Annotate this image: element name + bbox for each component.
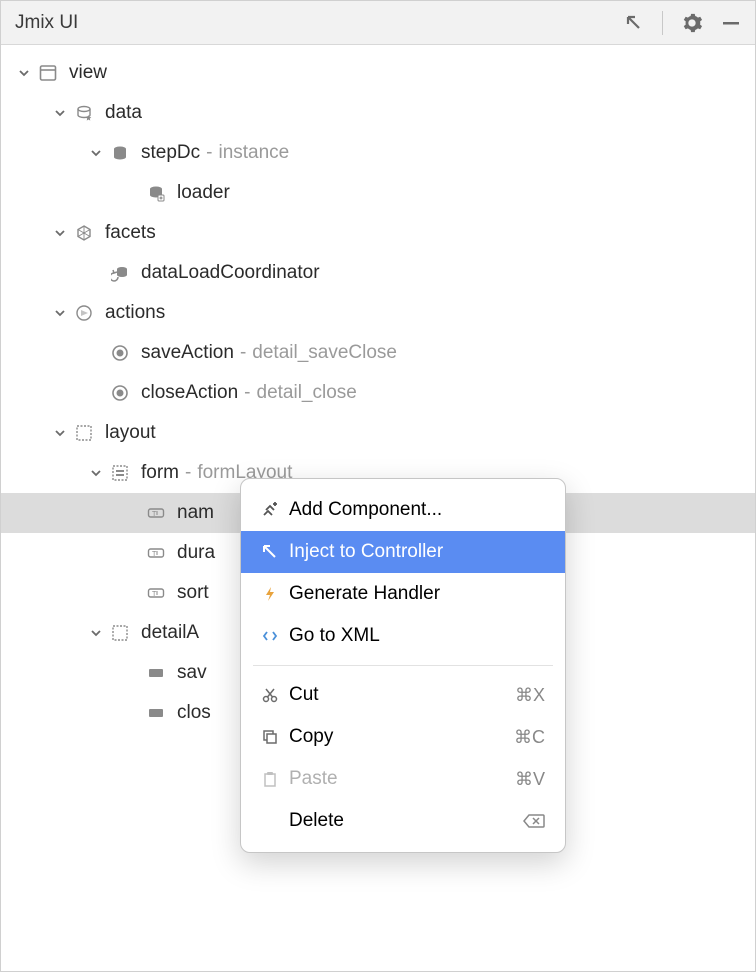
cut-icon	[261, 684, 289, 706]
node-label: clos	[177, 702, 211, 724]
node-label: layout	[105, 422, 156, 444]
menu-label: Paste	[289, 768, 515, 790]
menu-label: Copy	[289, 726, 514, 748]
node-suffix: detail_saveClose	[252, 342, 397, 364]
node-label: detailA	[141, 622, 199, 644]
window-icon	[37, 62, 59, 84]
textfield-icon: T	[145, 582, 167, 604]
chevron-down-icon[interactable]	[51, 224, 69, 242]
paste-icon	[261, 768, 289, 790]
node-label: view	[69, 62, 107, 84]
chevron-down-icon[interactable]	[87, 624, 105, 642]
chevron-down-icon[interactable]	[51, 424, 69, 442]
tree-node-saveaction[interactable]: saveAction - detail_saveClose	[1, 333, 755, 373]
menu-inject-to-controller[interactable]: Inject to Controller	[241, 531, 565, 573]
menu-label: Delete	[289, 810, 521, 832]
layout-icon	[73, 422, 95, 444]
menu-separator	[253, 665, 553, 666]
actions-icon	[73, 302, 95, 324]
menu-label: Add Component...	[289, 499, 545, 521]
tree-node-loader[interactable]: loader	[1, 173, 755, 213]
chevron-down-icon[interactable]	[51, 304, 69, 322]
tree-node-stepdc[interactable]: stepDc - instance	[1, 133, 755, 173]
panel-title: Jmix UI	[15, 12, 78, 34]
tree-node-closeaction[interactable]: closeAction - detail_close	[1, 373, 755, 413]
tree-node-facets[interactable]: facets	[1, 213, 755, 253]
action-icon	[109, 382, 131, 404]
menu-label: Go to XML	[289, 625, 545, 647]
action-icon	[109, 342, 131, 364]
menu-cut[interactable]: Cut ⌘X	[241, 674, 565, 716]
node-label: sav	[177, 662, 207, 684]
toolbar-divider	[662, 11, 663, 35]
panel-header: Jmix UI	[1, 1, 755, 45]
tree-node-data[interactable]: data	[1, 93, 755, 133]
lightning-icon	[261, 583, 289, 605]
node-label: loader	[177, 182, 230, 204]
node-label: facets	[105, 222, 156, 244]
svg-text:T: T	[152, 591, 157, 598]
refresh-db-icon	[109, 262, 131, 284]
menu-label: Inject to Controller	[289, 541, 545, 563]
menu-generate-handler[interactable]: Generate Handler	[241, 573, 565, 615]
menu-go-to-xml[interactable]: Go to XML	[241, 615, 565, 657]
textfield-icon: T	[145, 542, 167, 564]
tree-node-dataloadcoordinator[interactable]: dataLoadCoordinator	[1, 253, 755, 293]
tree-node-actions[interactable]: actions	[1, 293, 755, 333]
node-label: nam	[177, 502, 214, 524]
menu-label: Generate Handler	[289, 583, 545, 605]
add-component-icon	[261, 499, 289, 521]
facets-icon	[73, 222, 95, 244]
chevron-down-icon[interactable]	[87, 144, 105, 162]
node-suffix: detail_close	[257, 382, 357, 404]
menu-shortcut: ⌘C	[514, 727, 545, 748]
menu-label: Cut	[289, 684, 515, 706]
button-icon	[145, 702, 167, 724]
tree-node-layout[interactable]: layout	[1, 413, 755, 453]
node-label: saveAction	[141, 342, 234, 364]
svg-text:T: T	[152, 511, 157, 518]
form-icon	[109, 462, 131, 484]
node-label: actions	[105, 302, 165, 324]
chevron-down-icon[interactable]	[15, 64, 33, 82]
menu-shortcut: ⌘V	[515, 769, 545, 790]
menu-delete[interactable]: Delete	[241, 800, 565, 842]
node-label: stepDc	[141, 142, 200, 164]
node-label: form	[141, 462, 179, 484]
copy-icon	[261, 726, 289, 748]
svg-text:T: T	[152, 551, 157, 558]
inject-icon[interactable]	[624, 13, 644, 33]
node-label: dura	[177, 542, 215, 564]
database-icon	[109, 142, 131, 164]
node-label: closeAction	[141, 382, 238, 404]
loader-icon	[145, 182, 167, 204]
node-label: data	[105, 102, 142, 124]
chevron-down-icon[interactable]	[51, 104, 69, 122]
database-star-icon	[73, 102, 95, 124]
chevron-down-icon[interactable]	[87, 464, 105, 482]
button-icon	[145, 662, 167, 684]
menu-add-component[interactable]: Add Component...	[241, 489, 565, 531]
node-label: sort	[177, 582, 209, 604]
xml-icon	[261, 625, 289, 647]
gear-icon[interactable]	[681, 12, 703, 34]
context-menu: Add Component... Inject to Controller Ge…	[240, 478, 566, 853]
tree-node-view[interactable]: view	[1, 53, 755, 93]
delete-key-icon	[521, 813, 545, 829]
node-label: dataLoadCoordinator	[141, 262, 320, 284]
panel-toolbar	[624, 11, 741, 35]
minimize-icon[interactable]	[721, 13, 741, 33]
menu-copy[interactable]: Copy ⌘C	[241, 716, 565, 758]
menu-shortcut: ⌘X	[515, 685, 545, 706]
layout-icon	[109, 622, 131, 644]
menu-paste: Paste ⌘V	[241, 758, 565, 800]
node-suffix: instance	[218, 142, 289, 164]
inject-icon	[261, 541, 289, 563]
textfield-icon: T	[145, 502, 167, 524]
